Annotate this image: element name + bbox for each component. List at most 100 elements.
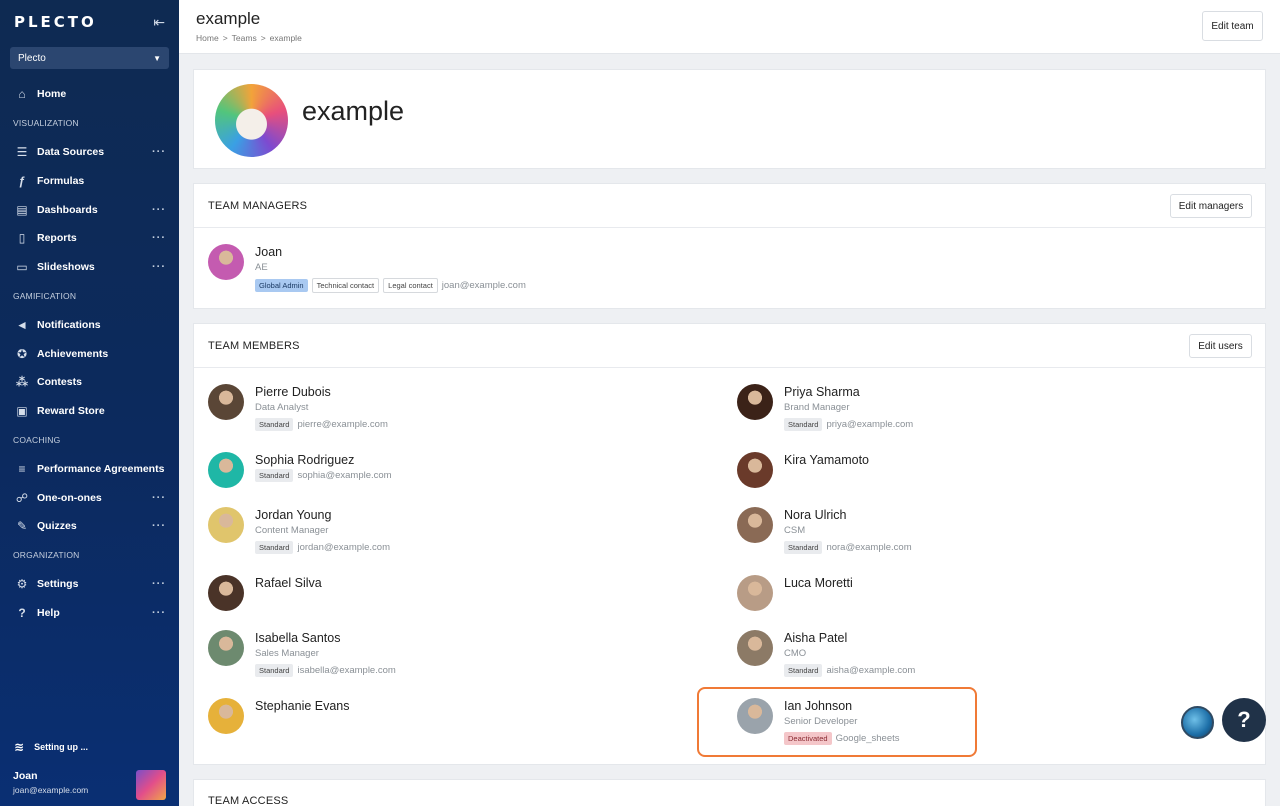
sidebar-item-data-sources[interactable]: ☰ Data Sources ··· <box>0 138 179 167</box>
breadcrumb-teams[interactable]: Teams <box>232 33 257 43</box>
avatar[interactable] <box>208 698 244 734</box>
avatar[interactable] <box>737 630 773 666</box>
collapse-sidebar-icon[interactable]: ⇤ <box>153 14 165 31</box>
person-name[interactable]: Kira Yamamoto <box>784 453 869 467</box>
sidebar-item-label: Settings <box>37 577 79 590</box>
person-name[interactable]: Joan <box>255 245 282 259</box>
list-item[interactable]: Pierre Dubois Data Analyst Standard pierre@… <box>208 384 688 444</box>
sidebar-item-reports[interactable]: ▯ Reports ··· <box>0 224 179 253</box>
list-item[interactable]: Nora Ulrich CSM Standard nora@example.com <box>737 507 1217 567</box>
function-icon: ƒ <box>18 173 26 188</box>
list-item[interactable]: Sophia Rodriguez Standard sophia@example.c… <box>208 452 688 512</box>
standard-badge: Standard <box>784 418 823 431</box>
person-role: Data Analyst <box>255 402 309 413</box>
more-options-icon[interactable]: ··· <box>152 492 166 504</box>
sidebar-item-dashboards[interactable]: ▤ Dashboards ··· <box>0 195 179 224</box>
sidebar-item-label: Achievements <box>37 347 109 360</box>
more-options-icon[interactable]: ··· <box>152 261 166 273</box>
sidebar-item-achievements[interactable]: ✪ Achievements <box>0 339 179 368</box>
sidebar-item-reward-store[interactable]: ▣ Reward Store <box>0 397 179 426</box>
technical-contact-badge: Technical contact <box>311 278 380 293</box>
person-name[interactable]: Nora Ulrich <box>784 508 847 522</box>
more-options-icon[interactable]: ··· <box>152 607 166 619</box>
globe-icon[interactable] <box>1181 706 1214 739</box>
setup-progress[interactable]: ≋ Setting up ... <box>14 740 88 754</box>
logo-row: PLECTO ⇤ <box>0 0 179 44</box>
edit-users-button[interactable]: Edit users <box>1189 334 1252 358</box>
person-name[interactable]: Stephanie Evans <box>255 699 350 713</box>
list-item[interactable]: Priya Sharma Brand Manager Standard priya@e… <box>737 384 1217 444</box>
avatar[interactable] <box>737 575 773 611</box>
person-name[interactable]: Pierre Dubois <box>255 385 331 399</box>
sidebar-item-label: Data Sources <box>37 145 105 158</box>
list-item[interactable]: Kira Yamamoto <box>737 452 1217 512</box>
team-managers-heading: TEAM MANAGERS <box>194 184 1265 228</box>
more-options-icon[interactable]: ··· <box>152 520 166 532</box>
person-name[interactable]: Sophia Rodriguez <box>255 453 354 467</box>
list-item[interactable]: Aisha Patel CMO Standard aisha@example.com <box>737 630 1217 690</box>
edit-team-button[interactable]: Edit team <box>1202 11 1263 41</box>
list-item[interactable]: Jordan Young Content Manager Standard jorda… <box>208 507 688 567</box>
plecto-logo[interactable]: PLECTO <box>14 13 97 31</box>
quiz-icon: ✎ <box>16 519 28 534</box>
sidebar-item-quizzes[interactable]: ✎ Quizzes ··· <box>0 512 179 541</box>
edit-managers-button[interactable]: Edit managers <box>1170 194 1252 218</box>
avatar[interactable] <box>208 384 244 420</box>
person-tags: Standard nora@example.com <box>784 541 912 554</box>
list-item[interactable]: Stephanie Evans <box>208 698 688 758</box>
person-name[interactable]: Rafael Silva <box>255 576 322 590</box>
person-name[interactable]: Aisha Patel <box>784 631 847 645</box>
user-profile[interactable]: Joan joan@example.com <box>13 770 168 800</box>
sidebar-item-settings[interactable]: ⚙ Settings ··· <box>0 570 179 599</box>
more-options-icon[interactable]: ··· <box>152 204 166 216</box>
breadcrumb-home[interactable]: Home <box>196 33 219 43</box>
person-email: priya@example.com <box>826 419 914 430</box>
list-item[interactable]: Rafael Silva <box>208 575 688 635</box>
sidebar-item-help[interactable]: ? Help ··· <box>0 598 179 627</box>
person-name[interactable]: Jordan Young <box>255 508 331 522</box>
sidebar-item-label: Home <box>37 88 67 101</box>
breadcrumb-example[interactable]: example <box>270 33 302 43</box>
sidebar-item-notifications[interactable]: ◄ Notifications <box>0 310 179 339</box>
more-options-icon[interactable]: ··· <box>152 232 166 244</box>
standard-badge: Standard <box>784 664 823 677</box>
avatar[interactable] <box>208 452 244 488</box>
team-hero-card: example <box>193 69 1266 169</box>
person-name[interactable]: Isabella Santos <box>255 631 340 645</box>
avatar[interactable] <box>737 507 773 543</box>
organization-select-value: Plecto <box>18 52 46 64</box>
sidebar-item-label: One-on-ones <box>37 491 102 504</box>
avatar[interactable] <box>208 507 244 543</box>
sidebar-item-one-on-ones[interactable]: ☍ One-on-ones ··· <box>0 483 179 512</box>
person-tags: Standard aisha@example.com <box>784 664 915 677</box>
person-tags: Standard pierre@example.com <box>255 418 388 431</box>
organization-select[interactable]: Plecto ▼ <box>10 47 169 69</box>
avatar[interactable] <box>208 244 244 280</box>
more-options-icon[interactable]: ··· <box>152 578 166 590</box>
list-item[interactable]: Joan AE Global Admin Technical contact Legal… <box>208 244 688 304</box>
sidebar-item-contests[interactable]: ⁂ Contests <box>0 368 179 397</box>
avatar[interactable] <box>208 630 244 666</box>
person-role: AE <box>255 262 268 273</box>
sidebar-item-label: Contests <box>37 376 82 389</box>
help-button[interactable]: ? <box>1222 698 1266 742</box>
person-name[interactable]: Priya Sharma <box>784 385 860 399</box>
standard-badge: Standard <box>784 541 823 554</box>
list-item[interactable]: Luca Moretti <box>737 575 1217 635</box>
more-options-icon[interactable]: ··· <box>152 146 166 158</box>
sidebar-item-home[interactable]: ⌂ Home <box>0 80 179 109</box>
avatar[interactable] <box>737 384 773 420</box>
person-tags: Standard jordan@example.com <box>255 541 390 554</box>
sidebar-item-formulas[interactable]: ƒ Formulas <box>0 166 179 195</box>
avatar[interactable] <box>208 575 244 611</box>
team-managers-card: TEAM MANAGERS Edit managers Joan AE Global… <box>193 183 1266 309</box>
megaphone-icon: ◄ <box>16 317 28 332</box>
avatar[interactable] <box>136 770 166 800</box>
avatar[interactable] <box>737 452 773 488</box>
person-name[interactable]: Luca Moretti <box>784 576 853 590</box>
sidebar-item-label: Reports <box>37 232 77 245</box>
sidebar-item-slideshows[interactable]: ▭ Slideshows ··· <box>0 253 179 282</box>
list-item[interactable]: Isabella Santos Sales Manager Standard isab… <box>208 630 688 690</box>
sidebar-item-performance-agreements[interactable]: ≡ Performance Agreements <box>0 454 179 483</box>
person-role: CMO <box>784 648 807 659</box>
